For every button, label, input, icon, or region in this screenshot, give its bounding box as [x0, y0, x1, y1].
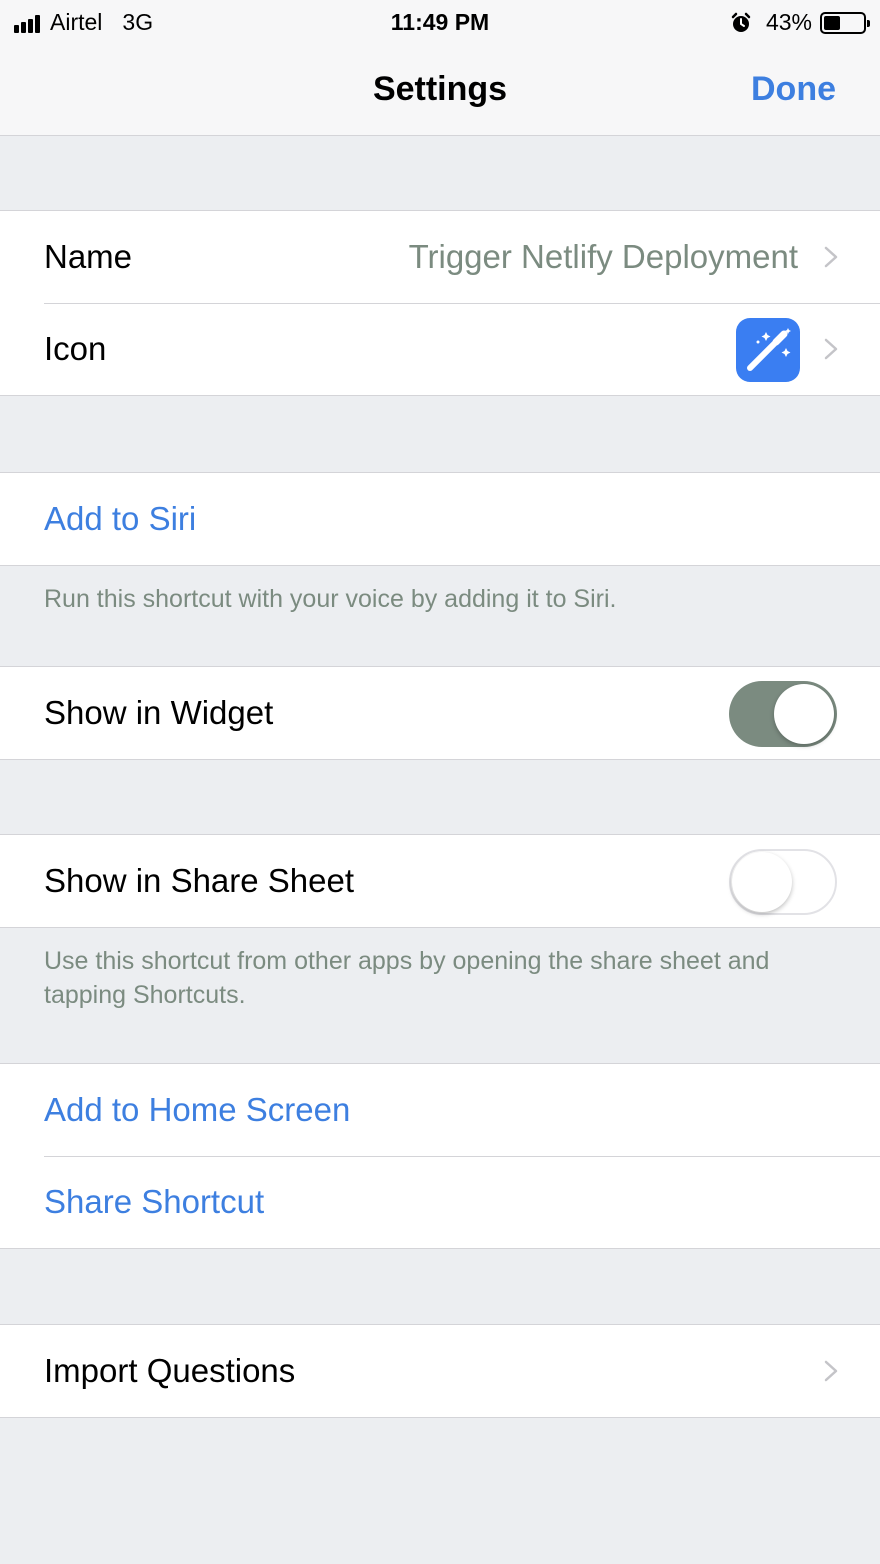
show-in-widget-row: Show in Widget — [0, 667, 880, 759]
status-right: 43% — [730, 9, 870, 36]
name-label: Name — [44, 238, 133, 275]
battery-icon — [820, 11, 870, 34]
magic-wand-icon — [736, 318, 800, 382]
name-value: Trigger Netlify Deployment — [408, 238, 798, 275]
toggle-knob — [732, 852, 792, 912]
toggle-knob — [774, 684, 834, 744]
import-questions-label: Import Questions — [44, 1352, 296, 1389]
chevron-right-icon — [824, 338, 838, 360]
name-row[interactable]: Name Trigger Netlify Deployment — [0, 211, 880, 303]
status-bar: Airtel 3G 11:49 PM 43% — [0, 0, 880, 44]
share-sheet-group: Show in Share Sheet — [0, 834, 880, 928]
import-group: Import Questions — [0, 1324, 880, 1418]
alarm-clock-icon — [731, 12, 751, 32]
done-button[interactable]: Done — [751, 70, 836, 109]
import-questions-row[interactable]: Import Questions — [0, 1325, 880, 1417]
siri-group: Add to Siri — [0, 472, 880, 566]
chevron-right-icon — [824, 1360, 838, 1382]
icon-row[interactable]: Icon — [0, 303, 880, 395]
add-to-siri-button[interactable]: Add to Siri — [0, 473, 880, 565]
icon-label: Icon — [44, 330, 107, 367]
page-title: Settings — [372, 70, 508, 108]
battery-fill — [824, 15, 840, 30]
share-shortcut-button[interactable]: Share Shortcut — [0, 1156, 880, 1248]
show-in-share-sheet-row: Show in Share Sheet — [0, 835, 880, 927]
widget-group: Show in Widget — [0, 666, 880, 760]
add-to-home-screen-label: Add to Home Screen — [44, 1091, 351, 1128]
actions-group: Add to Home Screen Share Shortcut — [0, 1063, 880, 1249]
add-to-home-screen-button[interactable]: Add to Home Screen — [0, 1064, 880, 1156]
details-group: Name Trigger Netlify Deployment Icon — [0, 210, 880, 396]
show-in-share-sheet-label: Show in Share Sheet — [44, 862, 355, 899]
show-in-widget-label: Show in Widget — [44, 694, 274, 731]
share-sheet-footer: Use this shortcut from other apps by ope… — [44, 947, 770, 1009]
battery-percent: 43% — [765, 9, 812, 35]
siri-footer: Run this shortcut with your voice by add… — [44, 585, 617, 613]
show-in-share-sheet-toggle[interactable] — [729, 849, 837, 915]
navigation-bar: Settings Done — [0, 44, 880, 136]
show-in-widget-toggle[interactable] — [729, 681, 837, 747]
share-shortcut-label: Share Shortcut — [44, 1183, 265, 1220]
chevron-right-icon — [824, 246, 838, 268]
add-to-siri-label: Add to Siri — [44, 500, 197, 537]
